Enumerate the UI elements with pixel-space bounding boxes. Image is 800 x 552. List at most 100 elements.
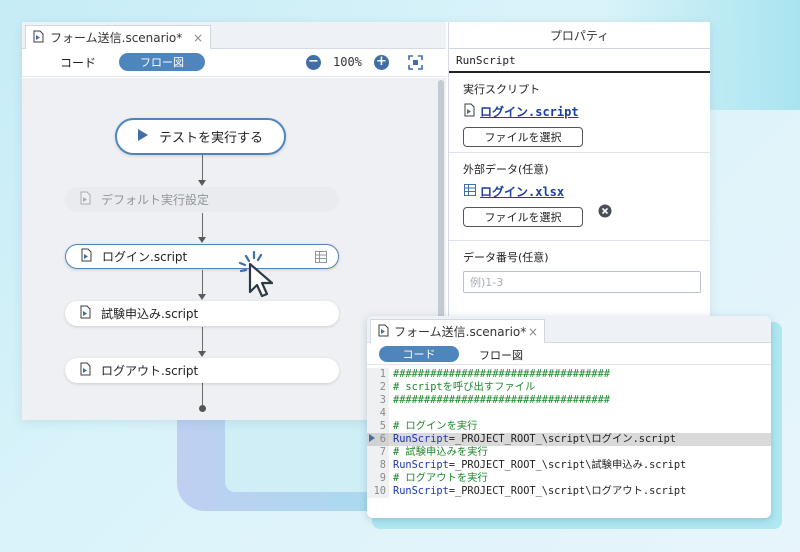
code-line[interactable]: 2 # scriptを呼び出すファイル (367, 381, 771, 394)
line-number: 7 (367, 446, 389, 459)
code-function-name: RunScript (393, 459, 449, 471)
code-toolbar: コード フロー図 (367, 343, 771, 365)
scenario-tab-title: フォーム送信.scenario* (50, 31, 183, 45)
editor-toolbar: コード フロー図 − 100% + (22, 49, 446, 77)
flow-node-label: ログイン.script (102, 250, 188, 264)
code-argument: =_PROJECT_ROOT_\script\ログアウト.script (448, 485, 687, 497)
script-label: 実行スクリプト (463, 83, 540, 96)
code-text: RunScript=_PROJECT_ROOT_\script\ログアウト.sc… (389, 485, 686, 498)
external-data-label: 外部データ(任意) (463, 163, 549, 176)
code-line[interactable]: 9 # ログアウトを実行 (367, 472, 771, 485)
mode-flow-button[interactable]: フロー図 (479, 347, 523, 363)
code-line[interactable]: 4 (367, 407, 771, 420)
line-number: 1 (367, 368, 389, 381)
code-editor-window: フォーム送信.scenario* × コード フロー図 1 ###########… (367, 316, 771, 518)
run-test-node[interactable]: テストを実行する (115, 118, 286, 155)
zoom-out-button[interactable]: − (306, 55, 321, 70)
code-text: # scriptを呼び出すファイル (393, 381, 536, 393)
settings-script-icon (79, 191, 93, 208)
data-number-section: データ番号(任意) 例)1-3 (449, 241, 710, 293)
flow-arrow (198, 351, 206, 357)
flow-node-label: 試験申込み.script (101, 307, 199, 321)
code-line[interactable]: 10 RunScript=_PROJECT_ROOT_\script\ログアウト.… (367, 485, 771, 498)
line-number: 8 (367, 459, 389, 472)
data-number-label: データ番号(任意) (463, 251, 549, 264)
line-number: 4 (367, 407, 389, 420)
script-file-icon (32, 30, 45, 46)
mode-flow-button[interactable]: フロー図 (119, 53, 205, 71)
code-line[interactable]: 7 # 試験申込みを実行 (367, 446, 771, 459)
code-function-name: RunScript (393, 485, 449, 497)
code-text: RunScript=_PROJECT_ROOT_\script\試験申込み.sc… (389, 459, 686, 472)
flow-node-default-settings[interactable]: デフォルト実行設定 (65, 187, 339, 212)
external-data-file-name[interactable]: ログイン.xlsx (480, 183, 564, 200)
code-text: # 試験申込みを実行 (393, 446, 488, 458)
run-test-label: テストを実行する (159, 131, 264, 146)
code-text: # ログインを実行 (393, 420, 478, 432)
code-tab-title: フォーム送信.scenario* (394, 325, 527, 339)
tab-close-icon[interactable]: × (193, 31, 203, 45)
choose-script-file-button[interactable]: ファイルを選択 (463, 127, 583, 147)
flow-end-point (199, 405, 206, 412)
current-line-marker-icon (369, 434, 375, 442)
fit-to-screen-icon[interactable] (408, 55, 423, 74)
line-number: 2 (367, 381, 389, 394)
flow-arrow (198, 180, 206, 186)
zoom-in-button[interactable]: + (374, 55, 389, 70)
external-data-file-link[interactable]: ログイン.xlsx (463, 183, 710, 200)
flow-connector (202, 213, 203, 239)
data-number-input[interactable]: 例)1-3 (463, 271, 701, 293)
code-tabbar: フォーム送信.scenario* × (367, 316, 771, 343)
mode-code-button[interactable]: コード (60, 54, 96, 71)
code-text: RunScript=_PROJECT_ROOT_\script\ログイン.scr… (389, 433, 676, 446)
code-argument: =_PROJECT_ROOT_\script\ログイン.script (448, 433, 676, 445)
script-file-link[interactable]: ログイン.script (463, 103, 710, 120)
play-icon (137, 128, 149, 145)
flow-connector (202, 155, 203, 182)
code-function-name: RunScript (393, 433, 449, 445)
script-section: 実行スクリプト ログイン.script ファイルを選択 (449, 73, 710, 153)
mode-code-button[interactable]: コード (379, 346, 459, 362)
flow-connector (202, 270, 203, 296)
code-line[interactable]: 6 RunScript=_PROJECT_ROOT_\script\ログイン.sc… (367, 433, 771, 446)
spreadsheet-icon (314, 250, 328, 267)
zoom-level: 100% (333, 55, 362, 69)
flow-connector (202, 383, 203, 407)
flow-node-apply[interactable]: 試験申込み.script (65, 301, 339, 326)
flow-connector (202, 327, 203, 353)
script-file-icon (80, 248, 94, 265)
script-file-name[interactable]: ログイン.script (480, 103, 579, 120)
flow-arrow (198, 237, 206, 243)
tab-close-icon[interactable]: × (528, 325, 538, 339)
scenario-tab[interactable]: フォーム送信.scenario* × (25, 25, 211, 49)
code-line[interactable]: 5 # ログインを実行 (367, 420, 771, 433)
code-line[interactable]: 8 RunScript=_PROJECT_ROOT_\script\試験申込み.s… (367, 459, 771, 472)
mouse-cursor-icon (232, 250, 284, 306)
code-line[interactable]: 3 ################################### (367, 394, 771, 407)
spreadsheet-file-icon (463, 183, 477, 200)
flow-node-logout[interactable]: ログアウト.script (65, 358, 339, 383)
flow-node-label: ログアウト.script (101, 364, 199, 378)
script-file-icon (463, 103, 477, 120)
script-file-icon (377, 324, 390, 340)
code-scenario-tab[interactable]: フォーム送信.scenario* × (370, 319, 545, 343)
flow-node-label: デフォルト実行設定 (101, 193, 210, 207)
clear-file-icon[interactable] (598, 203, 612, 222)
script-file-icon (79, 305, 93, 322)
flow-node-login[interactable]: ログイン.script (65, 244, 339, 269)
code-text-area[interactable]: 1 ################################### 2 # s… (367, 365, 771, 498)
code-line[interactable]: 1 ################################### (367, 368, 771, 381)
line-number: 10 (367, 485, 389, 498)
flow-arrow (198, 294, 206, 300)
choose-data-file-button[interactable]: ファイルを選択 (463, 207, 583, 227)
properties-header: プロパティ (449, 22, 710, 49)
canvas-scrollbar[interactable] (438, 80, 444, 342)
line-number: 5 (367, 420, 389, 433)
code-text: ################################### (393, 368, 610, 380)
code-text: ################################### (393, 394, 610, 406)
editor-tabbar: フォーム送信.scenario* × (22, 22, 446, 49)
properties-command-title: RunScript (449, 49, 710, 73)
code-argument: =_PROJECT_ROOT_\script\試験申込み.script (448, 459, 687, 471)
line-number: 3 (367, 394, 389, 407)
